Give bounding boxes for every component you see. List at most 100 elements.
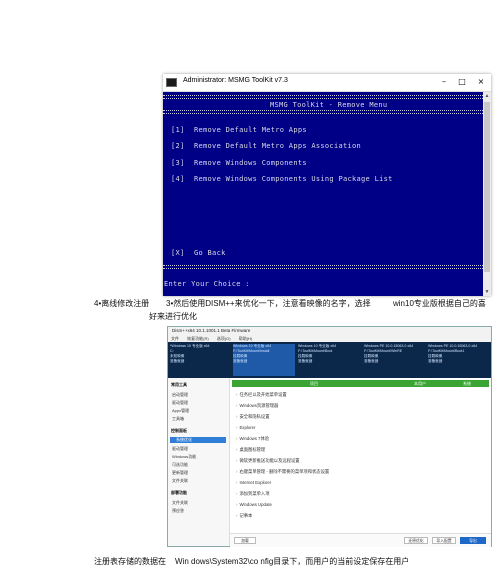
console-icon xyxy=(166,78,177,87)
chevron-right-icon: › xyxy=(236,425,238,430)
menu-key-2: [2] xyxy=(171,142,185,150)
menu-key-1: [1] xyxy=(171,126,185,134)
image-status: 准备就绪 xyxy=(170,359,185,363)
dism-title: Dism++x64 10.1.1001.1 Beta Firmware xyxy=(172,328,251,333)
sidebar-heading: 控制面板 xyxy=(171,428,187,433)
dism-sidebar: 常用工具 启动管理 驱动管理 Appx管理 工具箱 控制面板 系统优化 驱动管理… xyxy=(168,378,230,546)
separator-line xyxy=(163,95,483,99)
image-status: 准备就绪 xyxy=(298,359,313,363)
optimization-group[interactable]: › Internet Explorer xyxy=(236,480,271,485)
sidebar-item[interactable]: 可选功能 xyxy=(172,462,188,468)
chevron-right-icon: › xyxy=(236,458,238,463)
sidebar-item[interactable]: 预应答 xyxy=(172,508,184,514)
sidebar-item[interactable]: 驱动管理 xyxy=(172,400,188,406)
close-button[interactable]: × xyxy=(474,76,488,88)
optimization-group[interactable]: › 桌面图标管理 xyxy=(236,447,265,453)
optimization-group[interactable]: › 安全和隐私设置 xyxy=(236,414,270,420)
optimization-group[interactable]: › Explorer xyxy=(236,425,255,430)
export-button[interactable]: 导出 xyxy=(460,537,486,544)
image-status: 准备就绪 xyxy=(233,359,248,363)
menu-key-back: [X] xyxy=(171,249,185,257)
caption-right: win10专业版根据自己的喜 xyxy=(393,299,486,308)
chevron-right-icon: › xyxy=(236,502,238,507)
sidebar-heading: 常用工具 xyxy=(171,382,187,387)
image-tile[interactable]: *Windows 10 专业版 x64 C: 未知映像 准备就绪 xyxy=(170,344,232,376)
caption-bottom-right: Win dows\System32\co nfig目录下，而用户的当前设定保存在… xyxy=(175,557,410,566)
sidebar-item[interactable]: 启动管理 xyxy=(172,392,188,398)
menu-key-4: [4] xyxy=(171,175,185,183)
vertical-scrollbar[interactable]: ▲ ▼ xyxy=(483,92,491,296)
sidebar-item[interactable]: 更新管理 xyxy=(172,470,188,476)
chevron-right-icon: › xyxy=(236,403,238,408)
menu-key-3: [3] xyxy=(171,159,185,167)
menu-option-4: Remove Windows Components Using Package … xyxy=(194,175,393,183)
optimization-group[interactable]: › 添加到菜单入项 xyxy=(236,491,270,497)
sidebar-item[interactable]: Appx管理 xyxy=(172,408,189,414)
sidebar-item[interactable]: Windows功能 xyxy=(172,454,196,460)
image-tile[interactable]: Windows 10 专业版 x64 F:\ToolKit\Mount\Boot… xyxy=(298,344,360,376)
optimization-group[interactable]: › Windows 7体验 xyxy=(236,436,269,442)
menu-help[interactable]: 帮助(H) xyxy=(239,336,253,341)
dism-titlebar[interactable]: Dism++x64 10.1.1001.1 Beta Firmware xyxy=(168,327,491,335)
separator-line xyxy=(163,265,483,269)
separator-line xyxy=(163,110,483,114)
image-tile[interactable]: Windows PE 10.0.15063.0 x64 F:\ToolKit\M… xyxy=(428,344,490,376)
caption-middle-line2: 好来进行优化 xyxy=(149,312,197,321)
optimization-table-header: 项目 本用户 系统 xyxy=(232,380,489,387)
chevron-right-icon: › xyxy=(236,469,238,474)
maximize-button[interactable]: □ xyxy=(455,76,469,88)
menu-restore[interactable]: 恢复功能(R) xyxy=(187,336,209,341)
sidebar-item-active[interactable]: 系统优化 xyxy=(170,437,226,443)
chevron-right-icon: › xyxy=(236,513,238,518)
column-header-item: 项目 xyxy=(310,381,318,386)
scroll-thumb[interactable] xyxy=(484,102,490,272)
image-selector-bar: *Windows 10 专业版 x64 C: 未知映像 准备就绪 Windows… xyxy=(168,342,491,378)
column-header-user: 本用户 xyxy=(414,381,426,386)
msmg-toolkit-window: Administrator: MSMG ToolKit v7.3 – □ × M… xyxy=(163,74,491,296)
caption-left: 4•离线修改注册 xyxy=(94,299,150,308)
load-button[interactable]: 加载 xyxy=(234,537,256,544)
menu-file[interactable]: 文件 xyxy=(171,336,179,341)
image-status: 准备就绪 xyxy=(428,359,443,363)
chevron-right-icon: › xyxy=(236,480,238,485)
menu-option-1: Remove Default Metro Apps xyxy=(194,126,307,134)
scroll-down-icon[interactable]: ▼ xyxy=(483,288,491,296)
image-tile[interactable]: Windows PE 10.0.15063.0 x64 F:\ToolKit\M… xyxy=(364,344,426,376)
sidebar-item[interactable]: 文件关联 xyxy=(172,500,188,506)
menu-option-3: Remove Windows Components xyxy=(194,159,307,167)
window-titlebar[interactable]: Administrator: MSMG ToolKit v7.3 – □ × xyxy=(163,74,491,92)
optimization-group[interactable]: › 右键菜单管理 - 删除不需要的菜单项和状态设置 xyxy=(236,469,329,475)
chevron-right-icon: › xyxy=(236,414,238,419)
dism-footer: 加载 还原优化 导入配置 导出 xyxy=(230,533,491,547)
scroll-up-icon[interactable]: ▲ xyxy=(483,92,491,100)
caption-bottom-left: 注册表存储的数据在 xyxy=(94,557,166,566)
column-header-system: 系统 xyxy=(463,381,471,386)
dism-window: Dism++x64 10.1.1001.1 Beta Firmware 文件 恢… xyxy=(167,326,492,547)
menu-header: MSMG ToolKit - Remove Menu xyxy=(270,101,388,109)
import-config-button[interactable]: 导入配置 xyxy=(432,537,456,544)
chevron-right-icon: › xyxy=(236,491,238,496)
image-tile-selected[interactable]: Windows 10 专业版 x64 F:\ToolKit\Mount\Inst… xyxy=(233,344,295,376)
input-prompt[interactable]: Enter Your Choice : xyxy=(164,280,250,288)
optimization-group[interactable]: › Windows资源管理器 xyxy=(236,403,278,409)
chevron-right-icon: › xyxy=(236,436,238,441)
minimize-button[interactable]: – xyxy=(437,76,451,88)
optimization-group[interactable]: › 任务栏以及开始菜单设置 xyxy=(236,392,287,398)
optimization-group[interactable]: › Windows Update xyxy=(236,502,272,507)
window-title: Administrator: MSMG ToolKit v7.3 xyxy=(183,77,288,84)
restore-optimization-button[interactable]: 还原优化 xyxy=(404,537,428,544)
sidebar-item[interactable]: 工具箱 xyxy=(172,416,184,422)
sidebar-heading: 部署功能 xyxy=(171,490,187,495)
chevron-right-icon: › xyxy=(236,447,238,452)
sidebar-item[interactable]: 驱动管理 xyxy=(172,446,188,452)
console-output[interactable]: MSMG ToolKit - Remove Menu [1] Remove De… xyxy=(163,92,483,296)
sidebar-item[interactable]: 文件关联 xyxy=(172,478,188,484)
optimization-group[interactable]: › 记事本 xyxy=(236,513,252,519)
menu-options[interactable]: 选项(O) xyxy=(217,336,231,341)
menu-option-2: Remove Default Metro Apps Association xyxy=(194,142,362,150)
menu-option-back: Go Back xyxy=(194,249,226,257)
optimization-group[interactable]: › 微软更新推送功能以及远程设置 xyxy=(236,458,300,464)
dism-menubar: 文件 恢复功能(R) 选项(O) 帮助(H) xyxy=(168,335,491,342)
image-status: 准备就绪 xyxy=(364,359,379,363)
chevron-right-icon: › xyxy=(236,392,238,397)
